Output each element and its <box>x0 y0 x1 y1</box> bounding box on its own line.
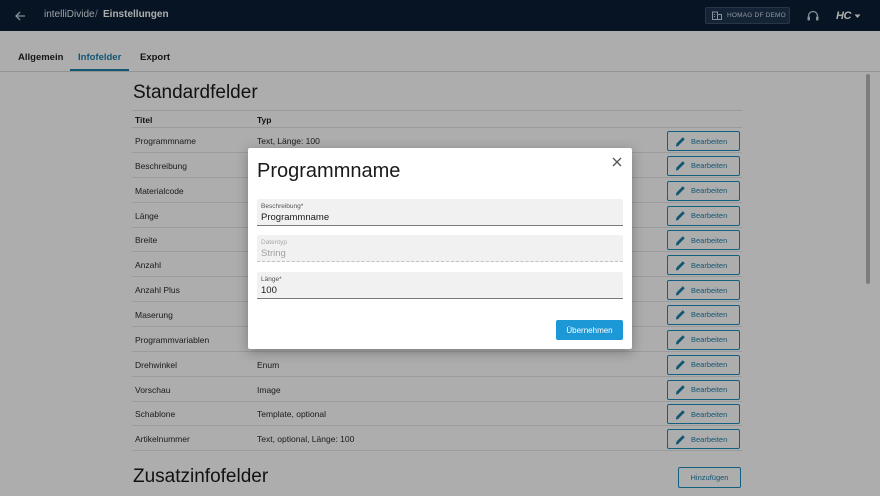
length-label: Länge* <box>261 276 282 283</box>
edit-field-dialog: Programmname Beschreibung* Datentyp Läng… <box>248 148 632 349</box>
description-field[interactable]: Beschreibung* <box>257 199 623 226</box>
datatype-input <box>261 248 601 259</box>
length-field[interactable]: Länge* <box>257 272 623 299</box>
apply-button[interactable]: Übernehmen <box>556 320 623 340</box>
dialog-title: Programmname <box>257 160 401 182</box>
datatype-label: Datentyp <box>261 239 288 246</box>
close-icon[interactable] <box>611 155 623 167</box>
length-input[interactable] <box>261 285 601 296</box>
description-label: Beschreibung* <box>261 203 304 210</box>
description-input[interactable] <box>261 212 601 223</box>
datatype-field: Datentyp <box>257 235 623 262</box>
apply-label: Übernehmen <box>566 325 613 335</box>
